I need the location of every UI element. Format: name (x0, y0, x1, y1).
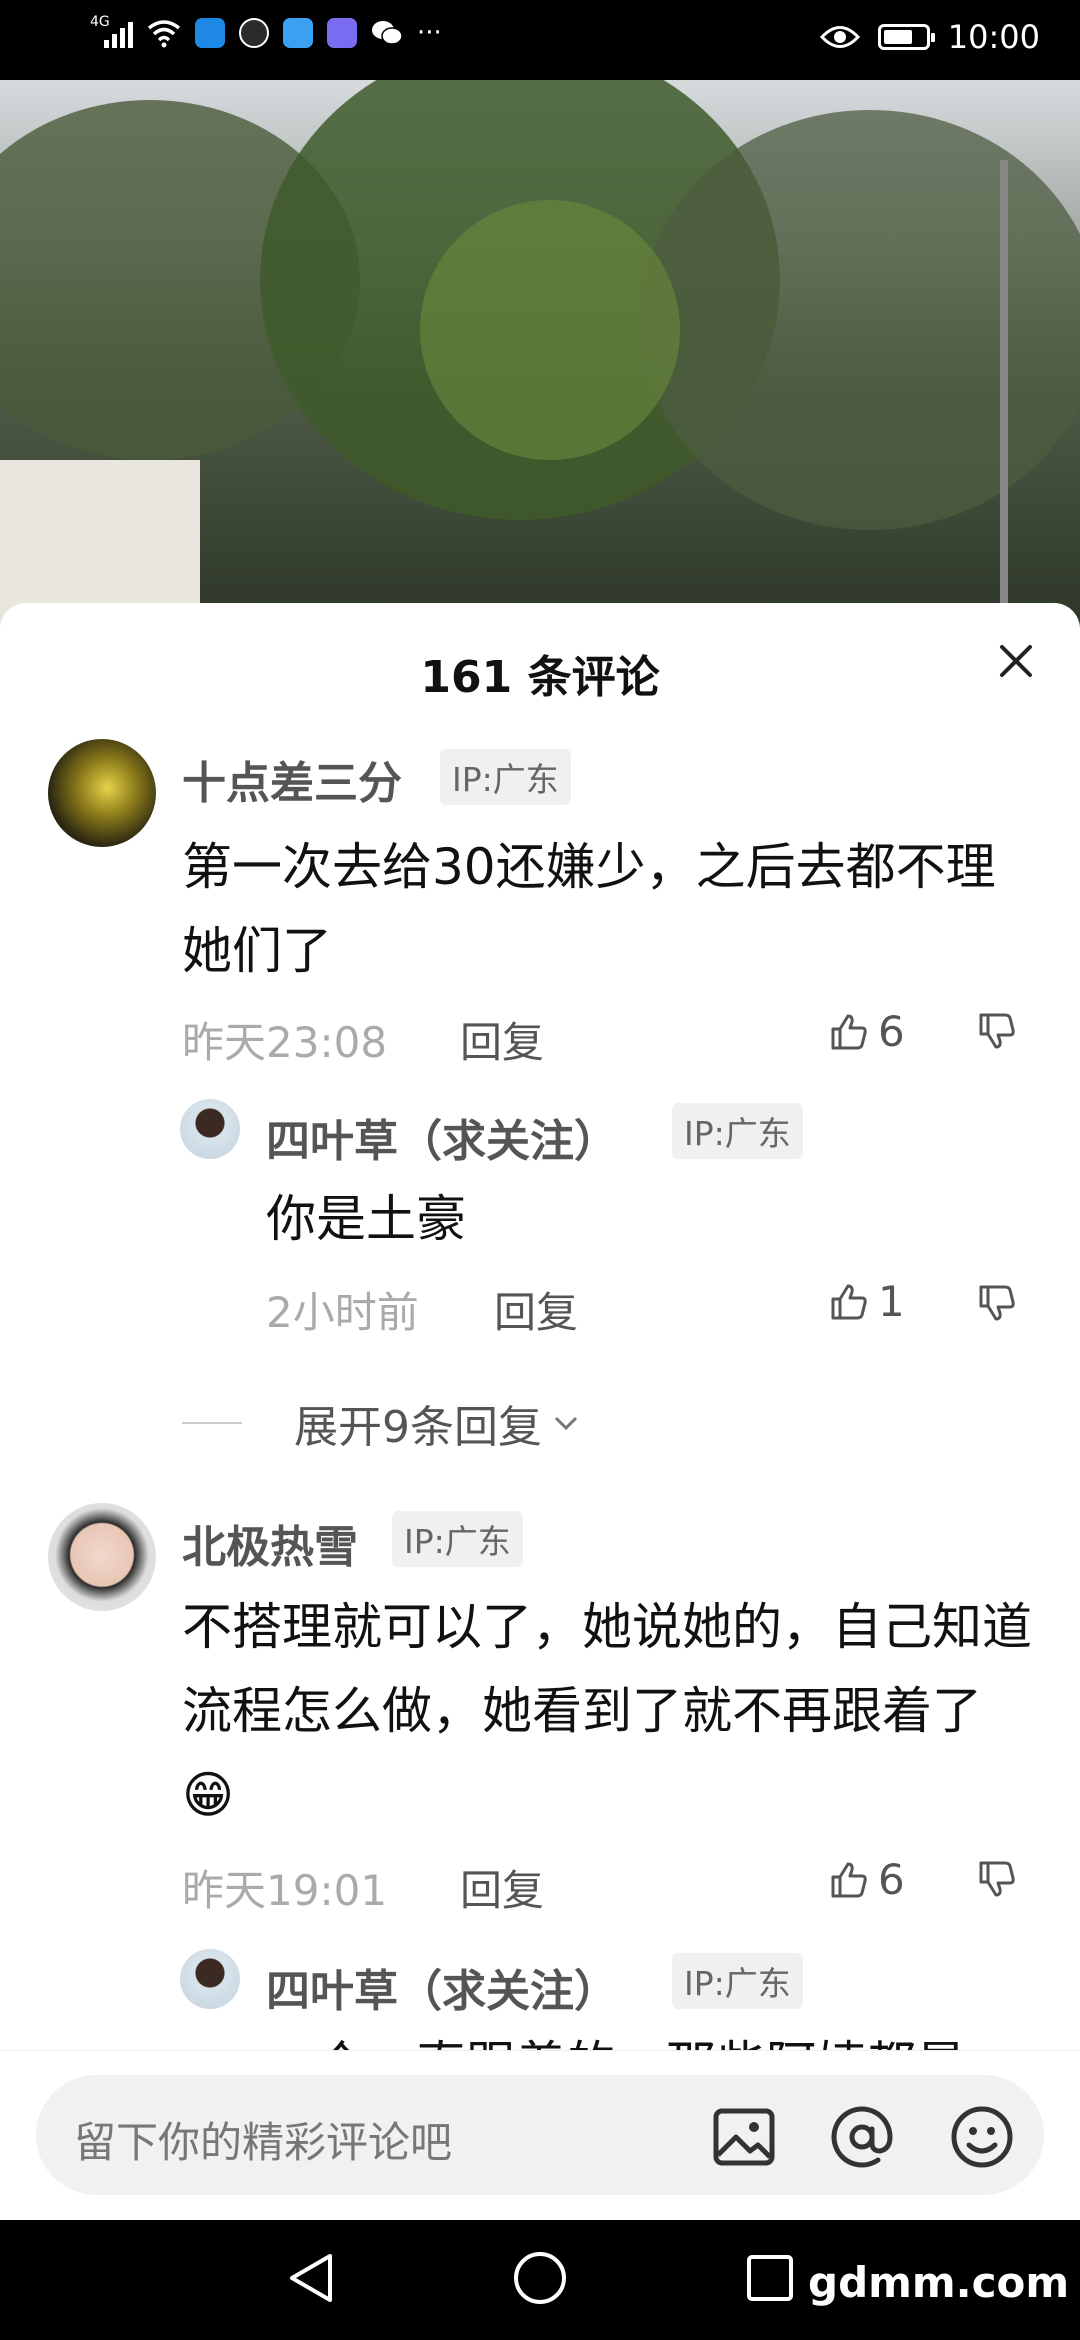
street-pole (1000, 160, 1008, 640)
recents-icon[interactable] (746, 2254, 794, 2302)
cloud-app-icon (283, 18, 313, 48)
globe-app-icon (239, 18, 269, 48)
like-count: 1 (878, 1277, 905, 1326)
music-app-icon (327, 18, 357, 48)
watermark: gdmm.com (808, 2258, 1070, 2307)
like-count: 6 (878, 1007, 905, 1056)
reply-time: 2小时前 (266, 1288, 419, 1337)
avatar[interactable] (48, 739, 156, 847)
like-button[interactable]: 1 (828, 1277, 905, 1326)
eye-comfort-icon (819, 26, 860, 48)
avatar[interactable] (48, 1503, 156, 1611)
comment-input-placeholder: 留下你的精彩评论吧 (74, 2118, 453, 2167)
expand-replies-label: 展开9条回复 (294, 1402, 542, 1453)
avatar[interactable] (180, 1099, 240, 1159)
emoji-icon[interactable] (948, 2103, 1016, 2171)
status-bar: 4G ··· 10:00 (0, 0, 1080, 80)
comment-input[interactable]: 留下你的精彩评论吧 (36, 2075, 1044, 2195)
divider (182, 1422, 242, 1424)
system-nav-bar: gdmm.com (0, 2220, 1080, 2340)
like-count: 6 (878, 1855, 905, 1904)
battery-icon (877, 24, 935, 50)
thumbs-down-icon[interactable] (976, 1011, 1016, 1051)
thumbs-down-icon[interactable] (976, 1859, 1016, 1899)
avatar[interactable] (180, 1949, 240, 2009)
comment-text[interactable]: 第一次去给30还嫌少，之后去都不理她们了 (182, 825, 1042, 993)
reply-button[interactable]: 回复 (460, 1009, 544, 1070)
reply-username[interactable]: 四叶草（求关注） (266, 1955, 618, 2019)
comment-count-title: 161 条评论 (420, 652, 660, 703)
thumbs-down-icon[interactable] (976, 1283, 1016, 1323)
comment-input-bar: 留下你的精彩评论吧 (0, 2050, 1080, 2221)
back-icon[interactable] (286, 2250, 336, 2306)
comment-text[interactable]: 不搭理就可以了，她说她的，自己知道流程怎么做，她看到了就不再跟着了😁 (182, 1585, 1034, 1837)
wechat-icon (372, 21, 403, 45)
video-background[interactable] (0, 80, 1080, 640)
like-button[interactable]: 6 (828, 1855, 905, 1904)
thumbs-up-icon (831, 1014, 867, 1049)
comment-time: 昨天19:01 (182, 1866, 388, 1915)
reply-text[interactable]: 你是土豪 (266, 1177, 1046, 1261)
expand-replies-button[interactable]: 展开9条回复 (182, 1391, 584, 1455)
wifi-icon (147, 20, 181, 48)
reply-username[interactable]: 四叶草（求关注） (266, 1105, 618, 1169)
reply-button[interactable]: 回复 (460, 1857, 544, 1918)
like-button[interactable]: 6 (828, 1007, 905, 1056)
home-icon[interactable] (512, 2250, 568, 2306)
chevron-down-icon (554, 1416, 578, 1431)
reply-button[interactable]: 回复 (494, 1279, 578, 1340)
clock: 10:00 (947, 18, 1040, 56)
ip-badge: IP:广东 (672, 1953, 803, 2009)
ip-badge: IP:广东 (672, 1103, 803, 1159)
comment-sheet: 161 条评论 十点差三分 IP:广东 第一次去给30还嫌少，之后去都不理她们了… (0, 603, 1080, 2050)
ip-badge: IP:广东 (392, 1511, 523, 1567)
status-left: 4G ··· (90, 14, 442, 48)
network-type: 4G (90, 14, 110, 30)
close-icon[interactable] (988, 633, 1044, 689)
reply-text[interactable]: 一个一直跟着的，那些阿姨都是 (266, 2023, 1046, 2050)
thumbs-up-icon (831, 1862, 867, 1897)
more-notifications: ··· (417, 18, 442, 48)
thumbs-up-icon (831, 1284, 867, 1319)
image-icon[interactable] (710, 2103, 778, 2171)
shield-app-icon (195, 18, 225, 48)
ip-badge: IP:广东 (440, 749, 571, 805)
comment-username[interactable]: 十点差三分 (182, 747, 402, 811)
at-icon[interactable] (828, 2103, 896, 2171)
cellular-signal-icon: 4G (90, 14, 133, 48)
status-right: 10:00 (819, 18, 1040, 56)
comment-username[interactable]: 北极热雪 (182, 1511, 358, 1575)
comment-time: 昨天23:08 (182, 1018, 388, 1067)
